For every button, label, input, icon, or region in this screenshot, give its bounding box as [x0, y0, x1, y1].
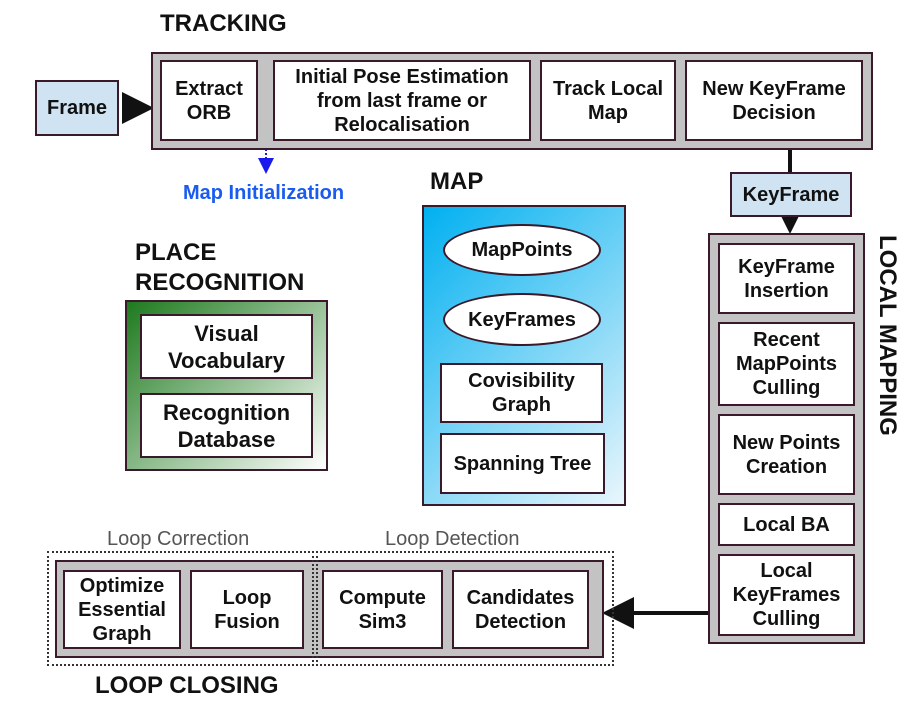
extract-orb-box: Extract ORB: [160, 60, 258, 141]
recent-mappoints-culling-box: Recent MapPoints Culling: [718, 322, 855, 406]
recognition-database-box: Recognition Database: [140, 393, 313, 458]
initial-pose-box: Initial Pose Estimation from last frame …: [273, 60, 531, 141]
keyframe-insertion-box: KeyFrame Insertion: [718, 243, 855, 314]
candidates-detection-box: Candidates Detection: [452, 570, 589, 649]
covisibility-graph-box: Covisibility Graph: [440, 363, 603, 423]
loop-fusion-box: Loop Fusion: [190, 570, 304, 649]
new-points-creation-box: New Points Creation: [718, 414, 855, 495]
loop-correction-label: Loop Correction: [107, 528, 250, 550]
compute-sim3-box: Compute Sim3: [322, 570, 443, 649]
local-keyframes-culling-box: Local KeyFrames Culling: [718, 554, 855, 636]
place-recognition-title: PLACE RECOGNITION: [135, 238, 304, 298]
visual-vocabulary-box: Visual Vocabulary: [140, 314, 313, 379]
track-local-map-box: Track Local Map: [540, 60, 676, 141]
local-ba-box: Local BA: [718, 503, 855, 546]
loop-detection-label: Loop Detection: [385, 528, 520, 550]
new-keyframe-decision-box: New KeyFrame Decision: [685, 60, 863, 141]
local-mapping-title: LOCAL MAPPING: [874, 235, 901, 436]
tracking-title: TRACKING: [160, 10, 287, 37]
map-initialization-label: Map Initialization: [183, 182, 345, 204]
loop-closing-title: LOOP CLOSING: [95, 672, 279, 699]
orb-slam-diagram: TRACKING Frame Extract ORB Initial Pose …: [0, 0, 916, 703]
map-title: MAP: [430, 168, 484, 195]
keyframe-box: KeyFrame: [730, 172, 852, 217]
optimize-essential-graph-box: Optimize Essential Graph: [63, 570, 181, 649]
place-recognition-title-line1: PLACE: [135, 239, 217, 266]
keyframes-ellipse: KeyFrames: [443, 293, 601, 346]
mappoints-ellipse: MapPoints: [443, 224, 601, 276]
frame-box: Frame: [35, 80, 119, 136]
place-recognition-title-line2: RECOGNITION: [135, 269, 305, 296]
spanning-tree-box: Spanning Tree: [440, 433, 605, 494]
